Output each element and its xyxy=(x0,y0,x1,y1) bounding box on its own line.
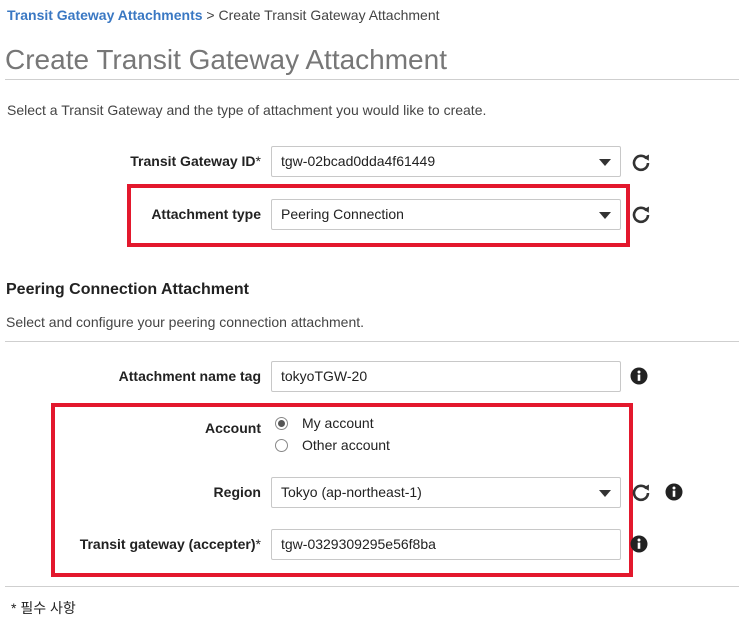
peering-divider xyxy=(5,341,739,342)
info-icon[interactable] xyxy=(630,535,648,553)
attachment-type-select[interactable]: Peering Connection xyxy=(271,199,621,230)
intro-text: Select a Transit Gateway and the type of… xyxy=(7,102,487,118)
accepter-input[interactable]: tgw-0329309295e56f8ba xyxy=(271,529,621,560)
refresh-icon[interactable] xyxy=(631,152,651,172)
account-option-label: Other account xyxy=(302,437,390,453)
info-icon[interactable] xyxy=(665,483,683,501)
account-option-label: My account xyxy=(302,415,374,431)
account-label: Account xyxy=(205,420,261,436)
region-select[interactable]: Tokyo (ap-northeast-1) xyxy=(271,477,621,508)
tgw-id-label: Transit Gateway ID* xyxy=(130,153,261,169)
attachment-type-label: Attachment type xyxy=(151,206,261,222)
tgw-id-value: tgw-02bcad0dda4f61449 xyxy=(281,153,436,169)
region-value: Tokyo (ap-northeast-1) xyxy=(281,484,422,500)
radio-button-checked[interactable] xyxy=(275,416,288,430)
radio-button[interactable] xyxy=(275,438,288,452)
refresh-icon[interactable] xyxy=(631,482,651,502)
accepter-label: Transit gateway (accepter)* xyxy=(79,536,261,552)
info-icon[interactable] xyxy=(630,367,648,385)
dropdown-caret-icon xyxy=(599,212,611,219)
breadcrumb-link-attachments[interactable]: Transit Gateway Attachments xyxy=(7,7,203,23)
breadcrumb-current: Create Transit Gateway Attachment xyxy=(218,7,440,23)
region-label: Region xyxy=(213,484,261,500)
name-tag-input[interactable]: tokyoTGW-20 xyxy=(271,361,621,392)
dropdown-caret-icon xyxy=(599,159,611,166)
peering-section-title: Peering Connection Attachment xyxy=(6,281,249,298)
refresh-icon[interactable] xyxy=(631,204,651,224)
footer-divider xyxy=(5,586,739,587)
required-footnote: * 필수 사항 xyxy=(11,600,76,616)
dropdown-caret-icon xyxy=(599,490,611,497)
breadcrumb-separator: > xyxy=(202,7,219,23)
page-title: Create Transit Gateway Attachment xyxy=(5,44,447,75)
attachment-type-value: Peering Connection xyxy=(281,206,404,222)
name-tag-label: Attachment name tag xyxy=(118,368,261,384)
breadcrumb: Transit Gateway Attachments > Create Tra… xyxy=(7,7,440,23)
account-option-my-account[interactable]: My account xyxy=(275,415,374,431)
peering-section-description: Select and configure your peering connec… xyxy=(6,314,365,330)
account-option-other-account[interactable]: Other account xyxy=(275,437,390,453)
title-divider xyxy=(5,79,739,80)
tgw-id-select[interactable]: tgw-02bcad0dda4f61449 xyxy=(271,146,621,177)
